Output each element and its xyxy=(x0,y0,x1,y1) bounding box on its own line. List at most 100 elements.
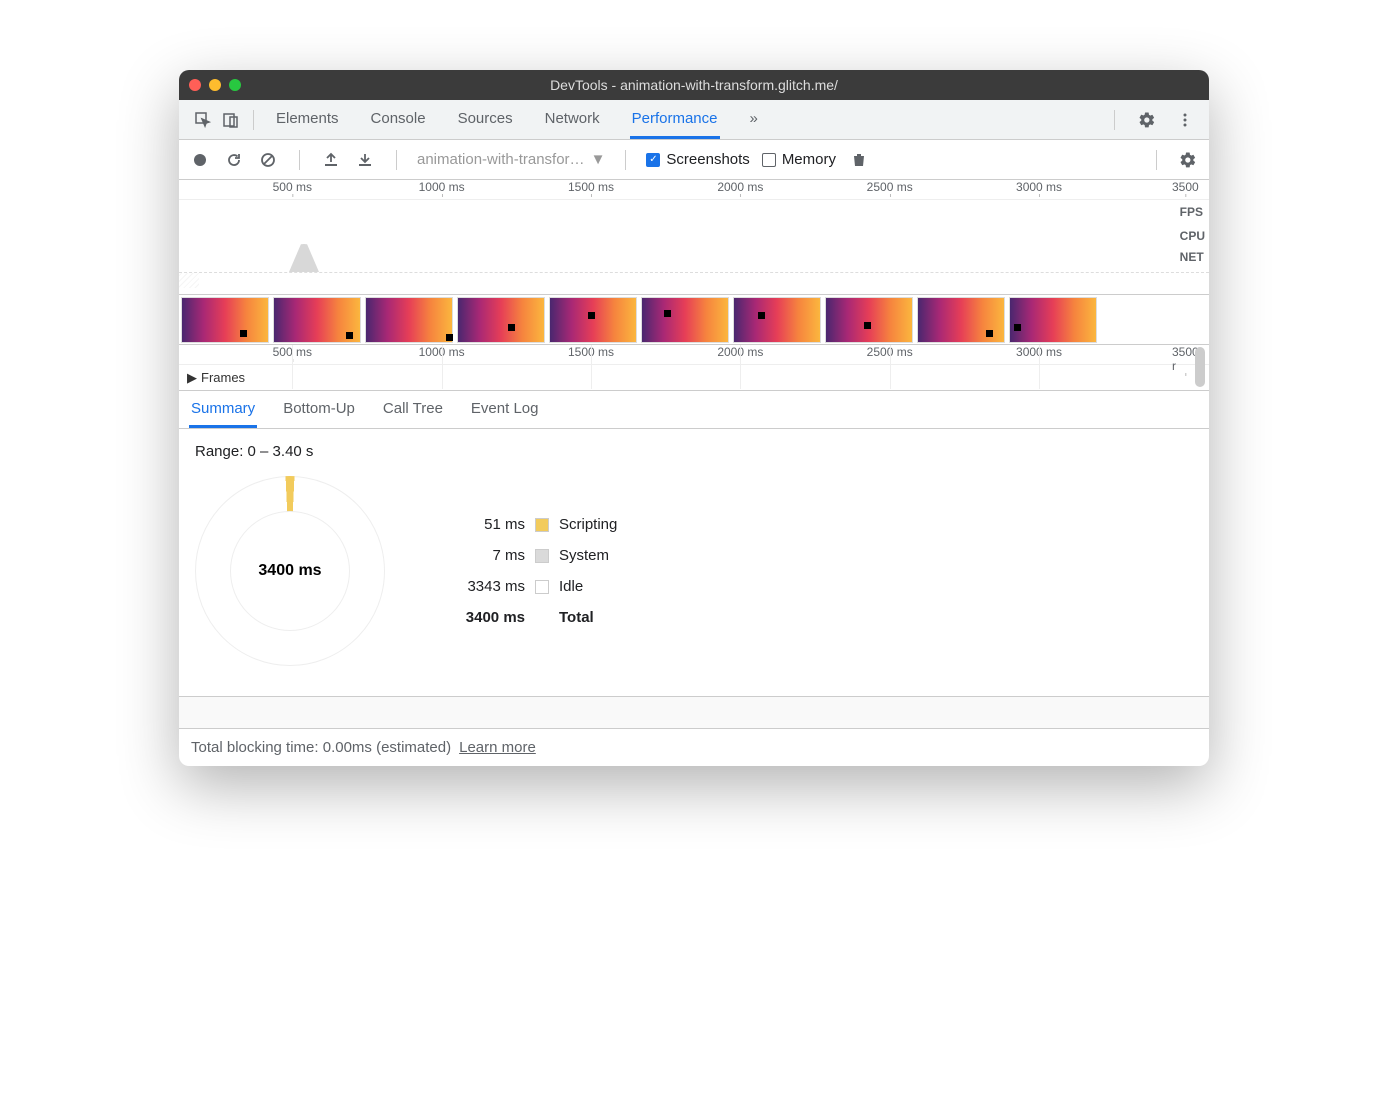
separator xyxy=(253,110,254,130)
chevron-down-icon: ▼ xyxy=(591,151,606,168)
separator xyxy=(1156,150,1157,170)
window-title: DevTools - animation-with-transform.glit… xyxy=(179,77,1209,93)
filmstrip-frame[interactable] xyxy=(917,297,1005,343)
overview-cpu-row xyxy=(179,224,1209,272)
timeline-area[interactable]: 500 ms 1000 ms 1500 ms 2000 ms 2500 ms 3… xyxy=(179,345,1209,391)
tab-event-log[interactable]: Event Log xyxy=(469,392,541,428)
ruler-tick: 500 ms xyxy=(273,180,312,194)
filmstrip-frame[interactable] xyxy=(825,297,913,343)
tab-console[interactable]: Console xyxy=(369,101,428,139)
screenshots-checkbox[interactable]: Screenshots xyxy=(646,151,749,168)
range-text: Range: 0 – 3.40 s xyxy=(195,443,1193,460)
animated-element-dot xyxy=(986,330,993,337)
legend-row: 7 ms System xyxy=(445,547,617,564)
timeline-ruler: 500 ms 1000 ms 1500 ms 2000 ms 2500 ms 3… xyxy=(179,345,1209,365)
legend-label: Total xyxy=(559,609,594,626)
checkbox-icon xyxy=(762,153,776,167)
ruler-tick: 2000 ms xyxy=(717,180,763,194)
vertical-scrollbar[interactable] xyxy=(1195,347,1205,387)
garbage-collect-button[interactable] xyxy=(848,149,870,171)
tab-sources[interactable]: Sources xyxy=(456,101,515,139)
separator xyxy=(299,150,300,170)
devtools-window: DevTools - animation-with-transform.glit… xyxy=(179,70,1209,766)
tab-bottom-up[interactable]: Bottom-Up xyxy=(281,392,357,428)
animated-element-dot xyxy=(346,332,353,339)
legend-value: 7 ms xyxy=(445,547,525,564)
filmstrip-frame[interactable] xyxy=(457,297,545,343)
blank-strip xyxy=(179,696,1209,728)
legend-value: 3400 ms xyxy=(445,609,525,626)
reload-button[interactable] xyxy=(223,149,245,171)
legend-row: 3343 ms Idle xyxy=(445,578,617,595)
legend-swatch xyxy=(535,518,549,532)
animated-element-dot xyxy=(446,334,453,341)
overview-panel[interactable]: 500 ms 1000 ms 1500 ms 2000 ms 2500 ms 3… xyxy=(179,180,1209,295)
main-tab-bar: Elements Console Sources Network Perform… xyxy=(179,100,1209,140)
overview-ruler: 500 ms 1000 ms 1500 ms 2000 ms 2500 ms 3… xyxy=(179,180,1209,200)
clear-button[interactable] xyxy=(257,149,279,171)
animated-element-dot xyxy=(758,312,765,319)
tab-summary[interactable]: Summary xyxy=(189,392,257,428)
inspect-element-icon[interactable] xyxy=(189,106,217,134)
filmstrip-frame[interactable] xyxy=(641,297,729,343)
save-profile-button[interactable] xyxy=(354,149,376,171)
filmstrip-frame[interactable] xyxy=(1009,297,1097,343)
animated-element-dot xyxy=(1014,324,1021,331)
animated-element-dot xyxy=(508,324,515,331)
filmstrip-frame[interactable] xyxy=(365,297,453,343)
profile-selector[interactable]: animation-with-transfor… ▼ xyxy=(417,151,605,168)
summary-legend: 51 msScripting 7 ms System 3343 ms Idle 3400 … xyxy=(445,516,617,626)
memory-label: Memory xyxy=(782,151,836,168)
legend-row: 51 msScripting xyxy=(445,516,617,533)
legend-label: Idle xyxy=(559,578,583,595)
memory-checkbox[interactable]: Memory xyxy=(762,151,836,168)
animated-element-dot xyxy=(588,312,595,319)
animated-element-dot xyxy=(664,310,671,317)
filmstrip-frame[interactable] xyxy=(273,297,361,343)
filmstrip-frame[interactable] xyxy=(733,297,821,343)
separator xyxy=(1114,110,1115,130)
net-label: NET xyxy=(1180,248,1205,266)
ruler-tick: 3500 xyxy=(1172,180,1199,194)
ruler-tick: 3000 ms xyxy=(1016,180,1062,194)
overview-fps-row xyxy=(179,200,1209,224)
separator xyxy=(625,150,626,170)
profile-name: animation-with-transfor… xyxy=(417,151,585,168)
tab-network[interactable]: Network xyxy=(543,101,602,139)
legend-swatch xyxy=(535,549,549,563)
summary-donut-chart: 3400 ms xyxy=(195,476,385,666)
performance-toolbar: animation-with-transfor… ▼ Screenshots M… xyxy=(179,140,1209,180)
tab-overflow-icon[interactable]: » xyxy=(748,101,760,139)
tab-call-tree[interactable]: Call Tree xyxy=(381,392,445,428)
expand-icon[interactable]: ▶ xyxy=(187,370,197,386)
screenshot-filmstrip[interactable] xyxy=(179,295,1209,345)
checkbox-icon xyxy=(646,153,660,167)
legend-total-row: 3400 ms Total xyxy=(445,609,617,626)
ruler-tick: 1500 ms xyxy=(568,180,614,194)
legend-value: 51 ms xyxy=(445,516,525,533)
legend-value: 3343 ms xyxy=(445,578,525,595)
window-titlebar: DevTools - animation-with-transform.glit… xyxy=(179,70,1209,100)
device-toolbar-icon[interactable] xyxy=(217,106,245,134)
animated-element-dot xyxy=(864,322,871,329)
overview-net-row xyxy=(179,272,1209,288)
animated-element-dot xyxy=(240,330,247,337)
legend-label: System xyxy=(559,547,609,564)
filmstrip-frame[interactable] xyxy=(549,297,637,343)
record-button[interactable] xyxy=(189,149,211,171)
legend-swatch xyxy=(535,580,549,594)
cpu-activity-peak xyxy=(289,244,319,272)
frames-track[interactable]: ▶ Frames xyxy=(179,365,1209,391)
learn-more-link[interactable]: Learn more xyxy=(459,739,536,756)
settings-icon[interactable] xyxy=(1133,106,1161,134)
filmstrip-frame[interactable] xyxy=(181,297,269,343)
main-tabs: Elements Console Sources Network Perform… xyxy=(274,101,760,139)
load-profile-button[interactable] xyxy=(320,149,342,171)
separator xyxy=(396,150,397,170)
capture-settings-icon[interactable] xyxy=(1177,149,1199,171)
tab-performance[interactable]: Performance xyxy=(630,101,720,139)
tab-elements[interactable]: Elements xyxy=(274,101,341,139)
donut-total-label: 3400 ms xyxy=(230,511,350,631)
blocking-time-text: Total blocking time: 0.00ms (estimated) xyxy=(191,739,451,756)
more-menu-icon[interactable] xyxy=(1171,106,1199,134)
